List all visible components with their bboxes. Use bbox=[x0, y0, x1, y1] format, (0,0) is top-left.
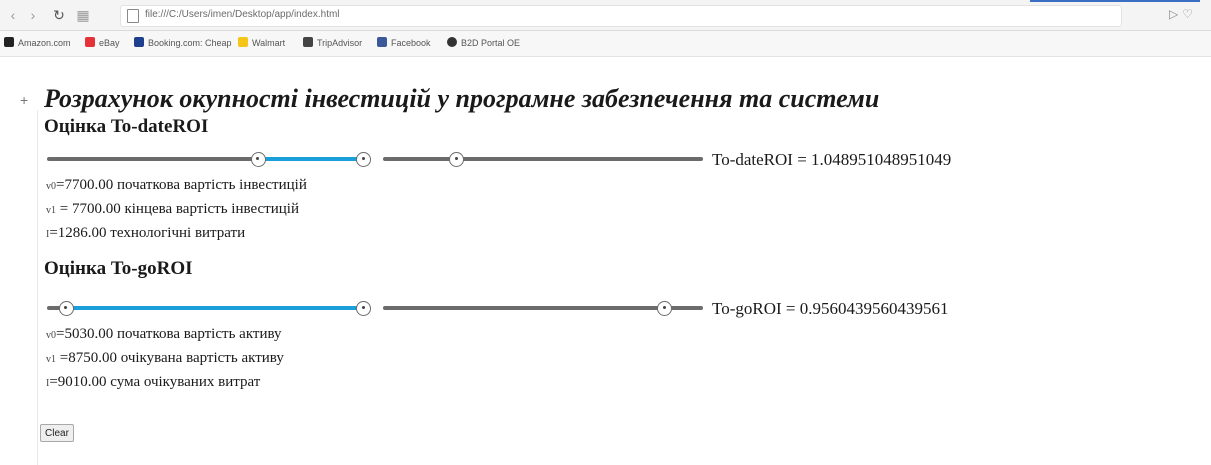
bookmark-walmart[interactable]: Walmart bbox=[238, 36, 285, 50]
togo-range-fill bbox=[66, 306, 364, 310]
clear-button[interactable]: Clear bbox=[40, 424, 74, 442]
send-icon[interactable]: ▷ bbox=[1169, 7, 1182, 21]
page-icon bbox=[127, 9, 139, 23]
param-symbol: v0 bbox=[46, 181, 56, 192]
bookmark-ebay[interactable]: eBay bbox=[85, 36, 120, 50]
param-symbol: v0 bbox=[46, 330, 56, 341]
bookmark-amazon[interactable]: Amazon.com bbox=[4, 36, 71, 50]
param-text: =7700.00 початкова вартість інвестицій bbox=[56, 177, 307, 193]
bookmark-portal[interactable]: B2D Portal OE bbox=[447, 36, 520, 50]
todate-heading: Оцінка To-dateROI bbox=[44, 116, 209, 137]
togo-range-high-handle[interactable] bbox=[356, 300, 372, 316]
todate-cost-handle[interactable] bbox=[449, 151, 465, 167]
ebay-icon bbox=[85, 37, 95, 47]
togo-result: To-goROI = 0.9560439560439561 bbox=[712, 299, 949, 318]
param-text: =1286.00 технологічні витрати bbox=[49, 225, 246, 241]
content-left-border bbox=[37, 110, 38, 465]
facebook-icon bbox=[377, 37, 387, 47]
param-text: =9010.00 сума очікуваних витрат bbox=[49, 374, 261, 390]
bookmark-tripadvisor[interactable]: TripAdvisor bbox=[303, 36, 362, 50]
expand-toggle[interactable]: + bbox=[20, 92, 28, 108]
browser-toolbar: ‹ › ↻ ▦ file:///C:/Users/imen/Desktop/ap… bbox=[0, 0, 1211, 31]
toolbar-right-icons[interactable]: ▷♡ bbox=[1169, 7, 1197, 21]
param-symbol: v1 bbox=[46, 354, 56, 365]
todate-range-low-handle[interactable] bbox=[250, 151, 266, 167]
tripadvisor-icon bbox=[303, 37, 313, 47]
togo-heading: Оцінка To-goROI bbox=[44, 258, 193, 279]
bookmark-facebook[interactable]: Facebook bbox=[377, 36, 431, 50]
togo-param-i: I=9010.00 сума очікуваних витрат bbox=[46, 374, 260, 391]
todate-param-v0: v0=7700.00 початкова вартість інвестицій bbox=[46, 177, 307, 194]
todate-param-i: I=1286.00 технологічні витрати bbox=[46, 225, 245, 242]
togo-param-v0: v0=5030.00 початкова вартість активу bbox=[46, 326, 282, 343]
param-text: = 7700.00 кінцева вартість інвестицій bbox=[56, 201, 299, 217]
booking-icon bbox=[134, 37, 144, 47]
bookmark-booking[interactable]: Booking.com: Cheap bbox=[134, 36, 232, 50]
amazon-icon bbox=[4, 37, 14, 47]
param-symbol: v1 bbox=[46, 205, 56, 216]
active-tab-indicator bbox=[1030, 0, 1200, 2]
param-text: =5030.00 початкова вартість активу bbox=[56, 326, 282, 342]
portal-icon bbox=[447, 37, 457, 47]
url-text: file:///C:/Users/imen/Desktop/app/index.… bbox=[145, 9, 340, 20]
togo-cost-track bbox=[383, 306, 703, 310]
address-bar[interactable]: file:///C:/Users/imen/Desktop/app/index.… bbox=[120, 5, 1122, 27]
togo-cost-handle[interactable] bbox=[657, 300, 673, 316]
page-title: Розрахунок окупності інвестицій у програ… bbox=[44, 84, 880, 113]
grid-icon[interactable]: ▦ bbox=[74, 6, 92, 24]
walmart-icon bbox=[238, 37, 248, 47]
todate-result: To-dateROI = 1.048951048951049 bbox=[712, 150, 952, 169]
param-text: =8750.00 очікувана вартість активу bbox=[56, 350, 284, 366]
todate-range-fill bbox=[258, 157, 364, 161]
forward-icon[interactable]: › bbox=[24, 6, 42, 24]
bookmarks-bar: Amazon.com eBay Booking.com: Cheap Walma… bbox=[0, 31, 1211, 57]
back-icon[interactable]: ‹ bbox=[4, 6, 22, 24]
togo-param-v1: v1 =8750.00 очікувана вартість активу bbox=[46, 350, 284, 367]
togo-range-low-handle[interactable] bbox=[58, 300, 74, 316]
todate-range-high-handle[interactable] bbox=[356, 151, 372, 167]
todate-param-v1: v1 = 7700.00 кінцева вартість інвестицій bbox=[46, 201, 299, 218]
heart-icon[interactable]: ♡ bbox=[1182, 7, 1197, 21]
reload-icon[interactable]: ↻ bbox=[50, 6, 68, 24]
todate-cost-track bbox=[383, 157, 703, 161]
